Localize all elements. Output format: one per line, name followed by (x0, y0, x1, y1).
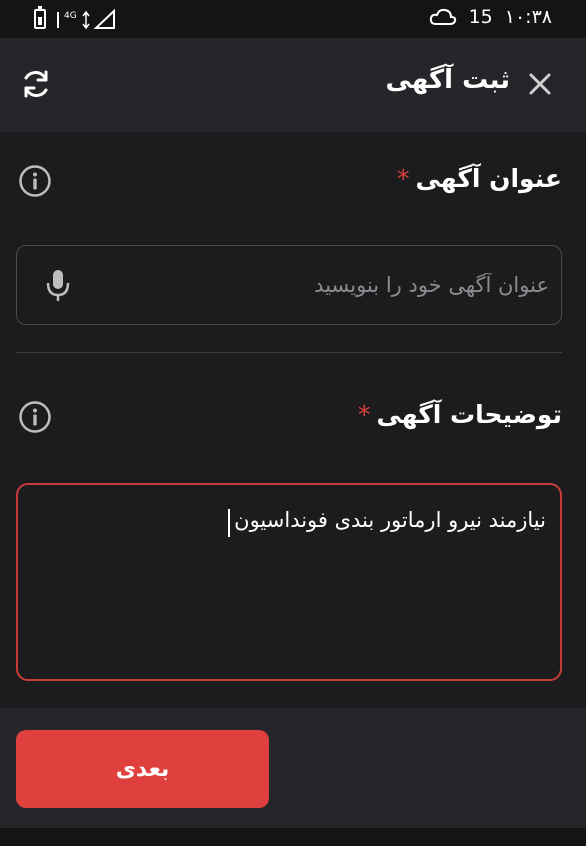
close-icon[interactable] (524, 68, 556, 100)
text-caret (228, 508, 231, 537)
description-field-label: توضیحات آگهی* (357, 400, 562, 429)
title-input-container (16, 245, 562, 325)
navigation-strip (0, 828, 586, 846)
mic-icon[interactable] (45, 268, 71, 304)
required-mark: * (397, 164, 410, 193)
status-right: 15 ۱۰:۳۸ (429, 6, 552, 28)
signal-icon: 4G (57, 8, 115, 30)
info-icon[interactable] (18, 400, 52, 434)
cloud-icon (429, 8, 456, 25)
page-title: ثبت آگهی (385, 65, 510, 95)
info-icon[interactable] (18, 164, 52, 198)
required-mark: * (357, 400, 371, 429)
bottom-action-bar: بعدی (0, 708, 586, 828)
status-left: 4G (34, 6, 118, 30)
description-textarea[interactable]: نیازمند نیرو ارماتور بندی فونداسیون (16, 483, 562, 681)
next-button[interactable]: بعدی (16, 730, 269, 808)
status-bar: 4G 15 ۱۰:۳۸ (0, 0, 586, 38)
title-input[interactable] (87, 246, 549, 323)
refresh-icon[interactable] (18, 66, 54, 102)
clock: ۱۰:۳۸ (504, 6, 552, 28)
network-type-label: 4G (64, 11, 77, 21)
temperature: 15 (468, 6, 493, 28)
divider (16, 352, 562, 353)
title-field-label: عنوان آگهی* (397, 164, 562, 193)
app-bar: ثبت آگهی (0, 38, 586, 132)
description-text: نیازمند نیرو ارماتور بندی فونداسیون (234, 508, 546, 532)
battery-icon (34, 6, 46, 29)
